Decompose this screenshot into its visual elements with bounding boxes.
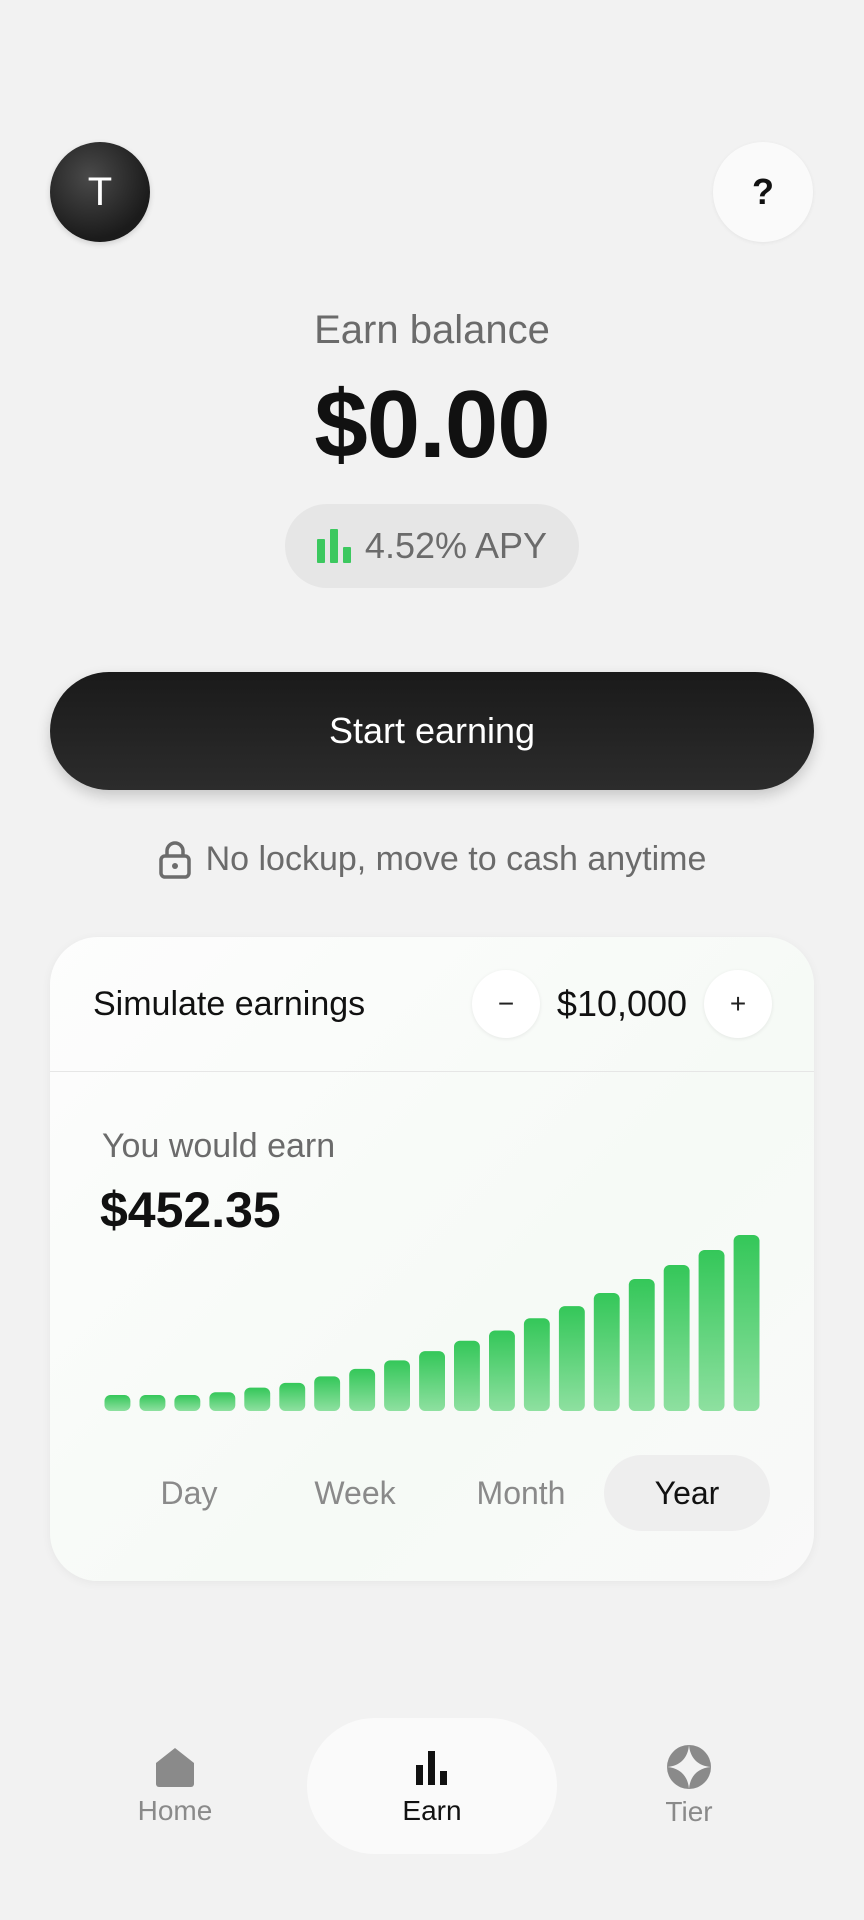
tab-week[interactable]: Week — [272, 1455, 438, 1531]
nav-label-tier: Tier — [665, 1796, 713, 1827]
help-button[interactable]: ? — [713, 142, 813, 242]
lock-icon — [158, 840, 191, 879]
nav-label-earn: Earn — [402, 1795, 462, 1826]
chart-bar — [419, 1351, 445, 1411]
chart-bar — [139, 1395, 166, 1411]
chart-bar — [314, 1376, 341, 1411]
chart-bar — [384, 1360, 410, 1411]
chart-bar — [349, 1368, 376, 1411]
chart-bar — [454, 1340, 480, 1411]
chart-bar — [733, 1235, 760, 1411]
chart-bar — [698, 1250, 725, 1411]
tier-icon — [667, 1745, 711, 1789]
tab-month[interactable]: Month — [438, 1455, 604, 1531]
home-icon — [156, 1748, 194, 1787]
bottom-nav: Home Earn Tier — [0, 1718, 864, 1854]
nav-item-home[interactable]: Home — [75, 1718, 275, 1854]
chart-bar — [523, 1318, 550, 1411]
start-earning-button[interactable]: Start earning — [50, 672, 814, 790]
chart-bar — [244, 1387, 271, 1411]
nav-item-tier[interactable]: Tier — [589, 1718, 789, 1854]
bar-chart-icon — [416, 1751, 447, 1785]
help-icon: ? — [752, 171, 774, 212]
chart-bar — [593, 1293, 620, 1411]
start-earning-label: Start earning — [328, 710, 536, 751]
avatar[interactable]: T — [50, 142, 150, 242]
chart-bar — [489, 1330, 515, 1411]
chart-bar — [104, 1395, 131, 1411]
tab-year[interactable]: Year — [604, 1455, 770, 1531]
period-tabs: Day Week Month Year — [106, 1455, 770, 1531]
lockup-note-text: No lockup, move to cash anytime — [205, 840, 707, 878]
avatar-initial: T — [87, 169, 113, 214]
chart-bar — [663, 1265, 690, 1411]
bar-chart-icon — [316, 529, 351, 563]
chart-bar — [209, 1392, 236, 1411]
nav-item-earn[interactable]: Earn — [307, 1718, 557, 1854]
chart-bar — [558, 1306, 585, 1411]
balance-value: $0.00 — [314, 371, 550, 478]
simulate-earnings-card: Simulate earnings − $10,000 + You would … — [50, 937, 814, 1581]
nav-label-home: Home — [137, 1795, 213, 1826]
chart-bar — [628, 1279, 655, 1411]
lockup-note: No lockup, move to cash anytime — [0, 840, 864, 879]
apy-badge[interactable]: 4.52% APY — [285, 504, 579, 588]
balance-label: Earn balance — [314, 308, 550, 352]
tab-day[interactable]: Day — [106, 1455, 272, 1531]
apy-text: 4.52% APY — [364, 525, 548, 566]
chart-bar — [279, 1382, 306, 1411]
chart-bar — [174, 1395, 201, 1411]
